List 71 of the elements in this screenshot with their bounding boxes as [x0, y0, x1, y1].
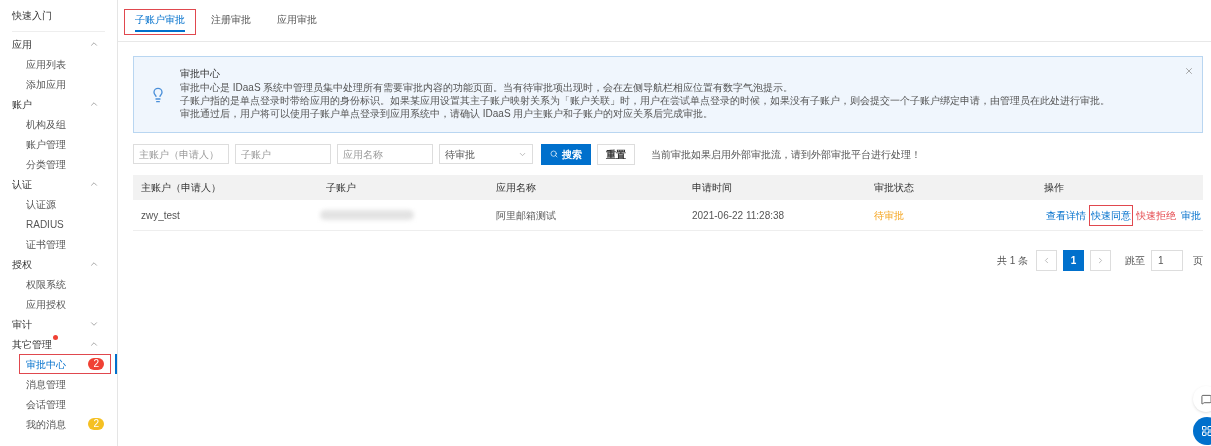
sidebar-item[interactable]: 账户管理: [19, 134, 111, 154]
hint-text: 当前审批如果启用外部审批流，请到外部审批平台进行处理！: [651, 147, 921, 162]
close-icon[interactable]: [1184, 66, 1194, 76]
sidebar-item[interactable]: 认证源: [19, 194, 111, 214]
chat-icon: [1200, 393, 1211, 405]
lightbulb-icon: [150, 87, 166, 103]
table-cell-text: zwy_test: [141, 208, 180, 223]
column-header: 操作: [1044, 181, 1064, 195]
jump-label: 跳至: [1125, 254, 1145, 268]
sidebar-item[interactable]: 应用授权: [19, 294, 111, 314]
sidebar-item[interactable]: 消息管理: [19, 374, 111, 394]
sidebar-link[interactable]: 快速入门: [12, 8, 52, 23]
next-page-button[interactable]: [1090, 250, 1111, 271]
search-icon: [550, 150, 558, 158]
notice-text: 审批通过后，用户将可以使用子账户单点登录到应用系统中，请确认 IDaaS 用户主账户和子账户的对应关系后完成审批。: [180, 107, 715, 120]
page-input[interactable]: 1: [1151, 250, 1183, 271]
filter-field[interactable]: 应用名称: [337, 144, 433, 164]
column-header: 应用名称: [496, 181, 536, 195]
status-text: 待审批: [874, 208, 904, 223]
filter-field[interactable]: 主账户（申请人）: [133, 144, 229, 164]
sidebar-item[interactable]: RADIUS: [19, 214, 111, 234]
chevron-down-icon: [89, 319, 99, 329]
sidebar-item[interactable]: 分类管理: [19, 154, 111, 174]
chevron-up-icon: [89, 259, 99, 269]
reset-button[interactable]: 重置: [597, 143, 635, 165]
previous-page-button[interactable]: [1036, 250, 1057, 271]
count-badge: 2: [88, 418, 104, 430]
column-header: 子账户: [326, 181, 356, 195]
sidebar-item[interactable]: 证书管理: [19, 234, 111, 254]
action-link[interactable]: 查看详情: [1044, 204, 1088, 226]
sidebar-item[interactable]: 权限系统: [19, 274, 111, 294]
table-cell-text: 阿里邮箱测试: [496, 208, 556, 223]
sidebar-group[interactable]: 账户: [0, 94, 117, 114]
sidebar-item[interactable]: 应用列表: [19, 54, 111, 74]
notice-text: 子账户指的是单点登录时带给应用的身份标识。如果某应用设置其主子账户映射关系为「账户关联」时，用户在尝试单点登录的时候，如果没有子账户，则会提交一个子账户绑定申请，由管理员在此处进行审批。: [180, 94, 1110, 107]
table-cell-text: 2021-06-22 11:28:38: [692, 208, 785, 223]
column-header: 申请时间: [692, 181, 732, 195]
page-unit: 页: [1193, 254, 1203, 268]
tab[interactable]: 注册审批: [200, 9, 262, 35]
chevron-left-icon: [1042, 256, 1051, 265]
search-button[interactable]: 搜索: [541, 143, 591, 165]
grid-icon: [1201, 425, 1211, 437]
chevron-up-icon: [89, 179, 99, 189]
tab[interactable]: 应用审批: [266, 9, 328, 35]
action-link[interactable]: 快速拒绝: [1134, 204, 1178, 226]
action-link[interactable]: 快速同意: [1089, 204, 1133, 226]
sidebar-group[interactable]: 其它管理: [0, 334, 117, 354]
count-badge: 2: [88, 358, 104, 370]
notice-text: 审批中心是 IDaaS 系统中管理员集中处理所有需要审批内容的功能页面。当有待审批项出现时，会在左侧导航栏相应位置有数字气泡提示。: [180, 81, 795, 94]
chevron-right-icon: [1096, 256, 1105, 265]
notice-title: 审批中心: [180, 67, 221, 80]
filter-field[interactable]: 子账户: [235, 144, 331, 164]
action-link[interactable]: 审批: [1179, 204, 1203, 226]
total-count: 共 1 条: [996, 254, 1028, 268]
sidebar-group[interactable]: 授权: [0, 254, 117, 274]
sidebar-item[interactable]: 添加应用: [19, 74, 111, 94]
chevron-up-icon: [89, 39, 99, 49]
status-select[interactable]: 待审批: [439, 144, 533, 164]
column-header: 审批状态: [874, 181, 914, 195]
page-button[interactable]: 1: [1063, 250, 1084, 271]
column-header: 主账户（申请人）: [141, 181, 221, 195]
sidebar-group[interactable]: 应用: [0, 34, 117, 54]
sidebar-item[interactable]: 机构及组: [19, 114, 111, 134]
sidebar-item[interactable]: 我的消息 2: [19, 414, 111, 434]
sidebar-group[interactable]: 审计: [0, 314, 117, 334]
sidebar-item[interactable]: 会话管理: [19, 394, 111, 414]
sidebar-item[interactable]: 审批中心 2: [19, 354, 111, 374]
tab[interactable]: 子账户审批: [124, 9, 196, 35]
chevron-up-icon: [89, 339, 99, 349]
sidebar-group[interactable]: 认证: [0, 174, 117, 194]
chevron-up-icon: [89, 99, 99, 109]
